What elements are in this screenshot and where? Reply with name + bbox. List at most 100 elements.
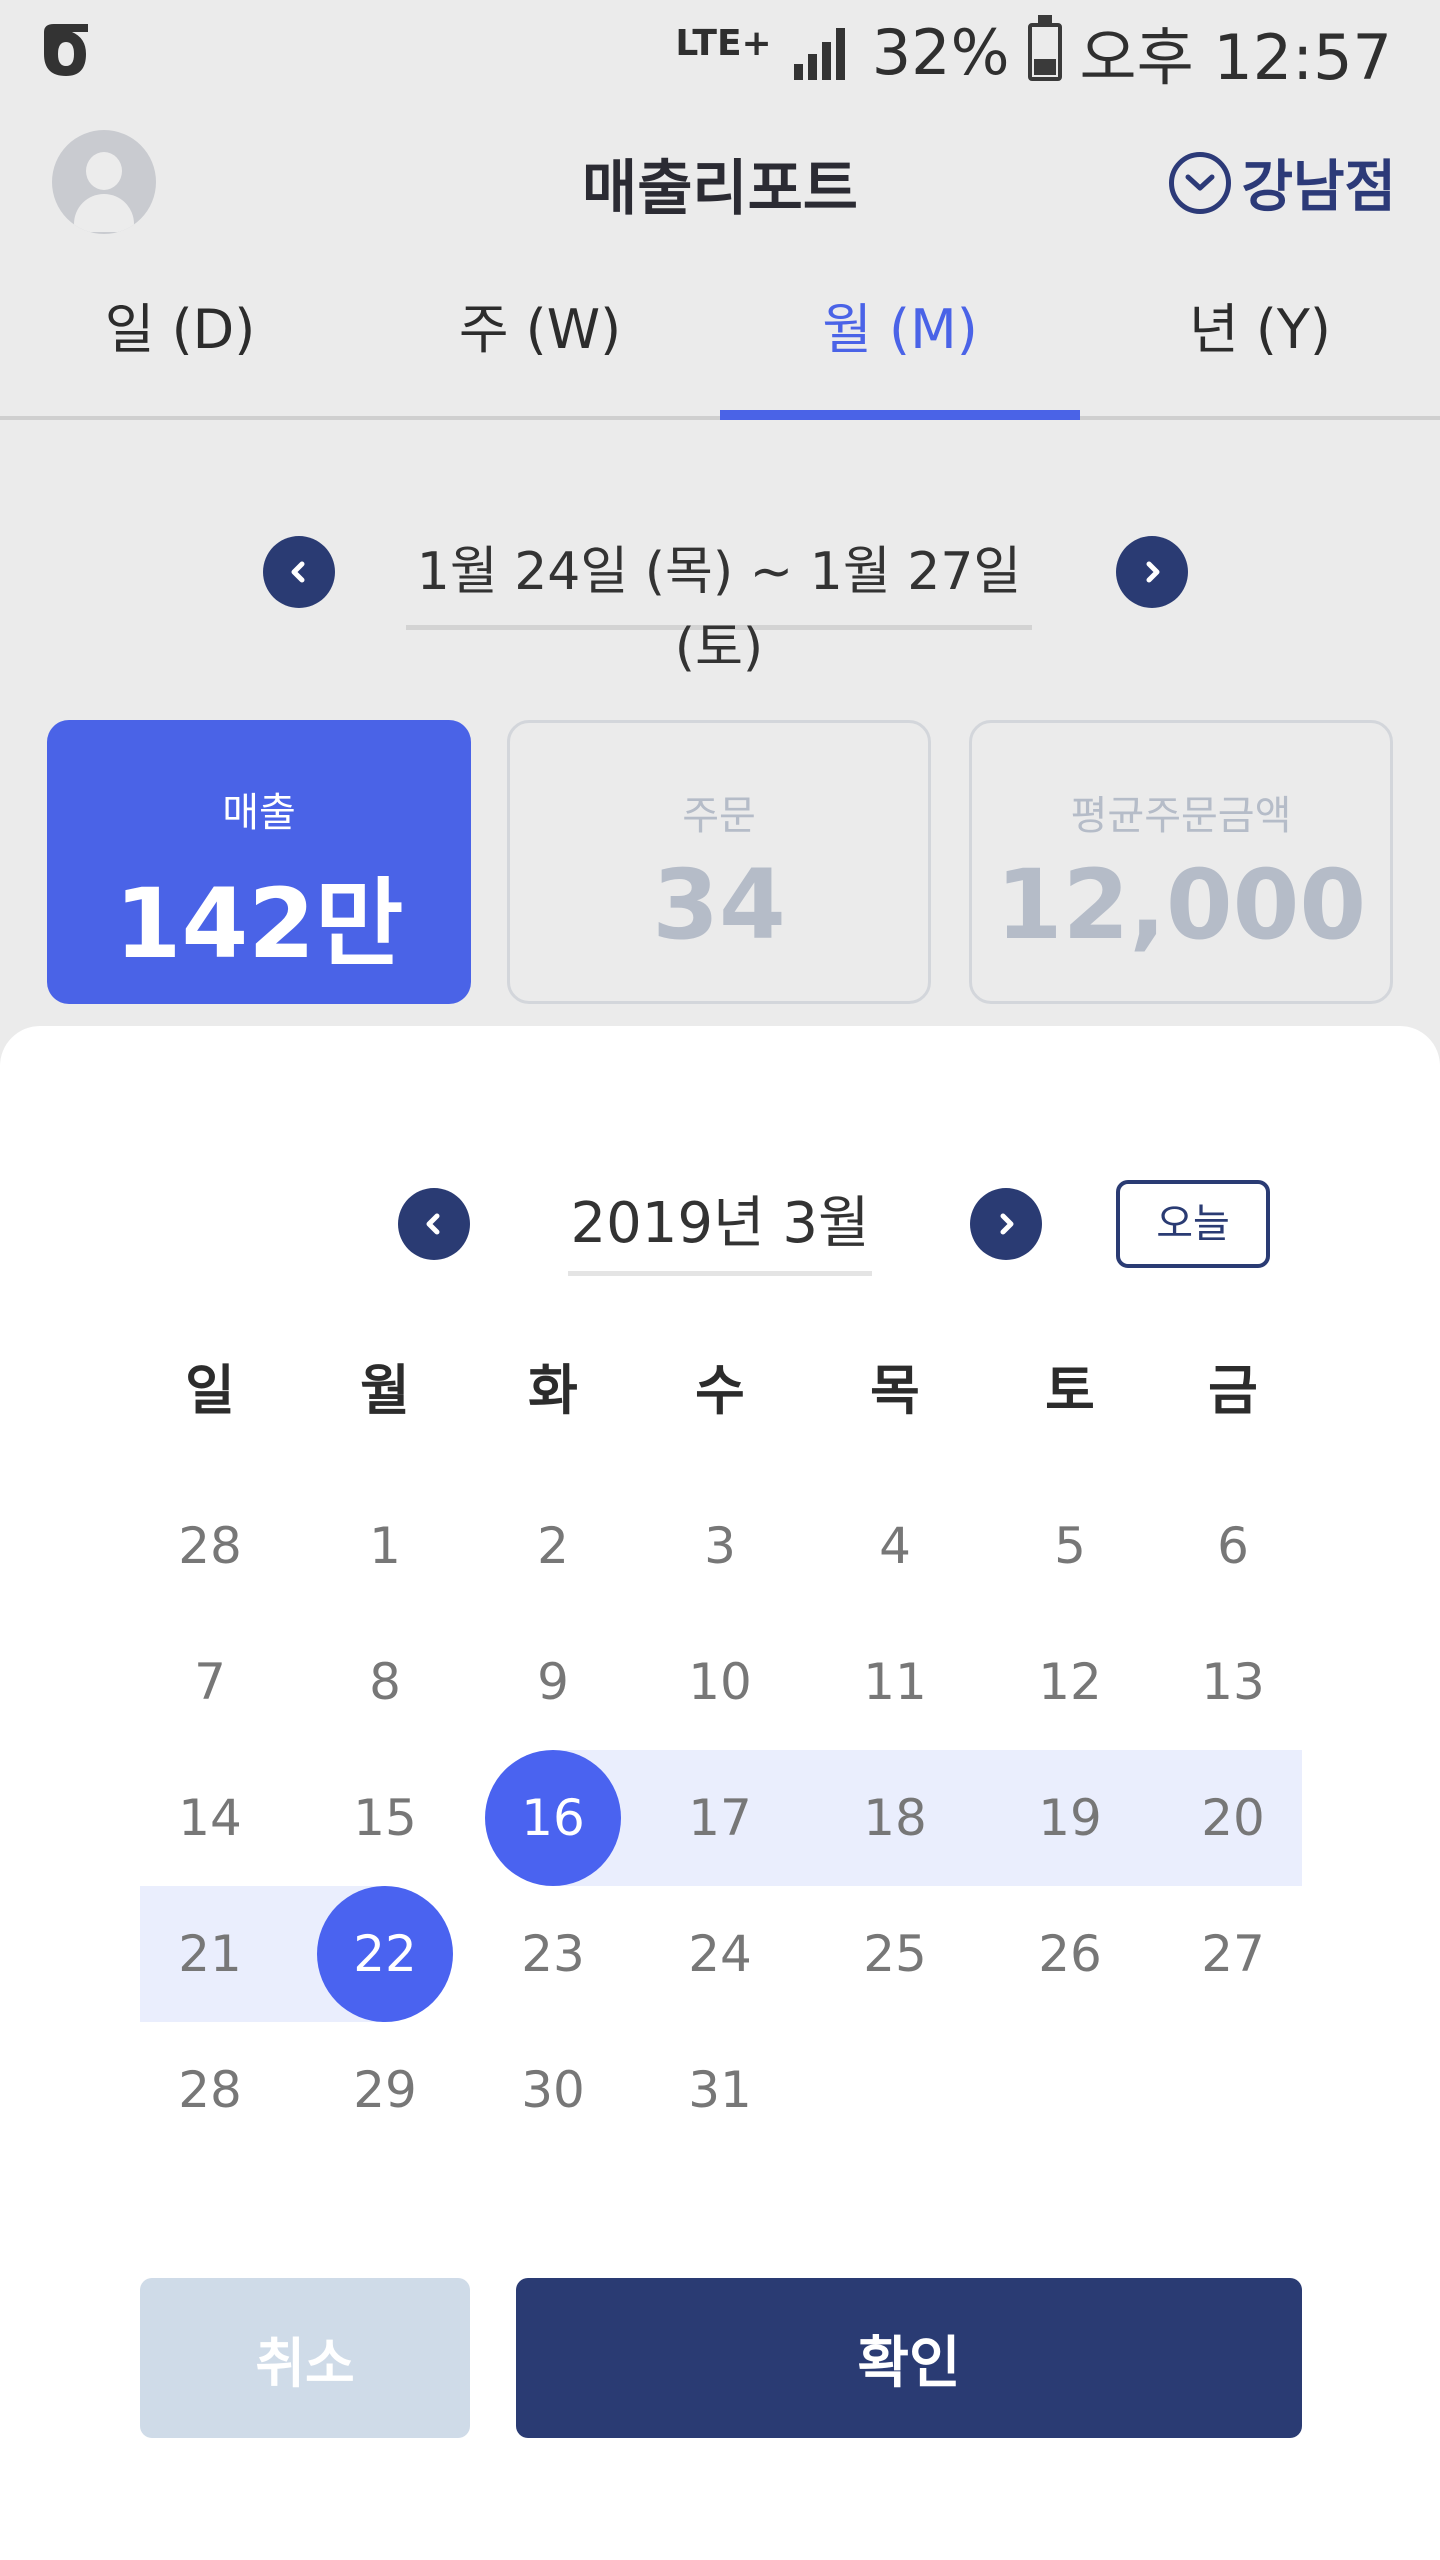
confirm-button[interactable]: 확인	[516, 2278, 1302, 2438]
day-number: 28	[178, 2061, 242, 2119]
chevron-left-icon	[426, 1213, 440, 1235]
day-number: 23	[521, 1925, 585, 1983]
orders-value: 34	[652, 849, 786, 961]
calendar-day[interactable]: 12	[1000, 1614, 1140, 1750]
signal-icon	[793, 28, 845, 80]
tab-month[interactable]: 월 (M)	[720, 280, 1080, 420]
calendar-day[interactable]: 21	[140, 1886, 280, 2022]
calendar-day[interactable]: 24	[650, 1886, 790, 2022]
calendar-day[interactable]: 27	[1163, 1886, 1303, 2022]
weekday-label: 일	[185, 1359, 235, 1422]
weekday-label: 화	[528, 1359, 578, 1422]
calendar-day-selected[interactable]: 22	[315, 1886, 455, 2022]
calendar-day[interactable]: 13	[1163, 1614, 1303, 1750]
app-header: 매출리포트 강남점	[0, 120, 1440, 250]
today-button[interactable]: 오늘	[1116, 1180, 1270, 1268]
day-number: 25	[863, 1925, 927, 1983]
calendar-day[interactable]: 8	[315, 1614, 455, 1750]
orders-card[interactable]: 주문 34	[507, 720, 931, 1004]
battery-percent: 32%	[871, 15, 1010, 89]
day-number: 30	[521, 2061, 585, 2119]
next-range-button[interactable]	[1116, 536, 1188, 608]
chevron-right-icon	[1000, 1213, 1014, 1235]
weekday-label: 금	[1208, 1359, 1258, 1422]
branch-selector[interactable]: 강남점	[1169, 142, 1396, 223]
calendar-day[interactable]: 7	[140, 1614, 280, 1750]
calendar-day[interactable]: 6	[1163, 1478, 1303, 1614]
period-tabs: 일 (D) 주 (W) 월 (M) 년 (Y)	[0, 280, 1440, 420]
day-number: 13	[1201, 1653, 1265, 1711]
calendar-day-selected[interactable]: 16	[483, 1750, 623, 1886]
calendar-day[interactable]: 1	[315, 1478, 455, 1614]
calendar-day[interactable]: 3	[650, 1478, 790, 1614]
average-order-card[interactable]: 평균주문금액 12,000	[969, 720, 1393, 1004]
calendar-day[interactable]: 10	[650, 1614, 790, 1750]
clock: 오후 12:57	[1079, 21, 1392, 94]
calendar-day[interactable]: 31	[650, 2022, 790, 2158]
day-number: 15	[353, 1789, 417, 1847]
day-number: 21	[178, 1925, 242, 1983]
day-number: 29	[353, 2061, 417, 2119]
day-number: 20	[1201, 1789, 1265, 1847]
average-order-caption: 평균주문금액	[1070, 793, 1292, 839]
average-order-value: 12,000	[995, 849, 1367, 961]
tab-year[interactable]: 년 (Y)	[1080, 280, 1440, 416]
day-number: 26	[1038, 1925, 1102, 1983]
calendar-day[interactable]: 19	[1000, 1750, 1140, 1886]
tab-day[interactable]: 일 (D)	[0, 280, 360, 416]
calendar-day[interactable]: 4	[825, 1478, 965, 1614]
calendar-day[interactable]: 9	[483, 1614, 623, 1750]
tab-week[interactable]: 주 (W)	[360, 280, 720, 416]
month-label: 2019년 3월	[568, 1176, 872, 1276]
weekday-label: 토	[1045, 1359, 1095, 1422]
calendar-day[interactable]: 28	[140, 1478, 280, 1614]
calendar-day[interactable]: 20	[1163, 1750, 1303, 1886]
calendar-day[interactable]: 25	[825, 1886, 965, 2022]
day-number: 4	[879, 1517, 911, 1575]
chevron-left-icon	[291, 561, 305, 583]
next-month-button[interactable]	[970, 1188, 1042, 1260]
day-number: 11	[863, 1653, 927, 1711]
calendar-day[interactable]: 2	[483, 1478, 623, 1614]
calendar-day[interactable]: 15	[315, 1750, 455, 1886]
carrier-logo-icon	[44, 24, 88, 76]
day-number: 18	[863, 1789, 927, 1847]
calendar-day[interactable]: 5	[1000, 1478, 1140, 1614]
weekday-label: 목	[870, 1359, 920, 1422]
orders-caption: 주문	[682, 793, 756, 839]
day-number: 14	[178, 1789, 242, 1847]
day-number: 12	[1038, 1653, 1102, 1711]
calendar-day[interactable]: 29	[315, 2022, 455, 2158]
prev-month-button[interactable]	[398, 1188, 470, 1260]
battery-icon	[1027, 15, 1062, 81]
day-number: 19	[1038, 1789, 1102, 1847]
day-number: 6	[1217, 1517, 1249, 1575]
day-number: 5	[1054, 1517, 1086, 1575]
status-bar: LTE+ 32% 오후 12:57	[0, 0, 1440, 100]
sales-value: 142만	[114, 868, 404, 980]
calendar-day[interactable]: 28	[140, 2022, 280, 2158]
calendar-day[interactable]: 23	[483, 1886, 623, 2022]
day-number: 24	[688, 1925, 752, 1983]
cancel-button[interactable]: 취소	[140, 2278, 470, 2438]
day-number: 8	[369, 1653, 401, 1711]
day-number: 16	[521, 1789, 585, 1847]
calendar-day[interactable]: 18	[825, 1750, 965, 1886]
prev-range-button[interactable]	[263, 536, 335, 608]
day-number: 9	[537, 1653, 569, 1711]
date-picker-sheet: 2019년 3월 오늘 일월화수목토금 28 1 2 3 4 5 6 7 8 9 10 11 12 13 1…	[0, 1026, 1440, 2560]
sales-card[interactable]: 매출 142만	[47, 720, 471, 1004]
calendar-day[interactable]: 11	[825, 1614, 965, 1750]
chevron-right-icon	[1146, 561, 1160, 583]
date-range-label[interactable]: 1월 24일 (목) ~ 1월 27일 (토)	[406, 534, 1032, 678]
calendar-day[interactable]: 17	[650, 1750, 790, 1886]
calendar-day[interactable]: 30	[483, 2022, 623, 2158]
month-navigator: 2019년 3월 오늘	[0, 1136, 1440, 1276]
day-number: 7	[194, 1653, 226, 1711]
day-number: 17	[688, 1789, 752, 1847]
calendar-day[interactable]: 26	[1000, 1886, 1140, 2022]
day-number: 2	[537, 1517, 569, 1575]
day-number: 22	[353, 1925, 417, 1983]
calendar-day[interactable]: 14	[140, 1750, 280, 1886]
day-number: 31	[688, 2061, 752, 2119]
